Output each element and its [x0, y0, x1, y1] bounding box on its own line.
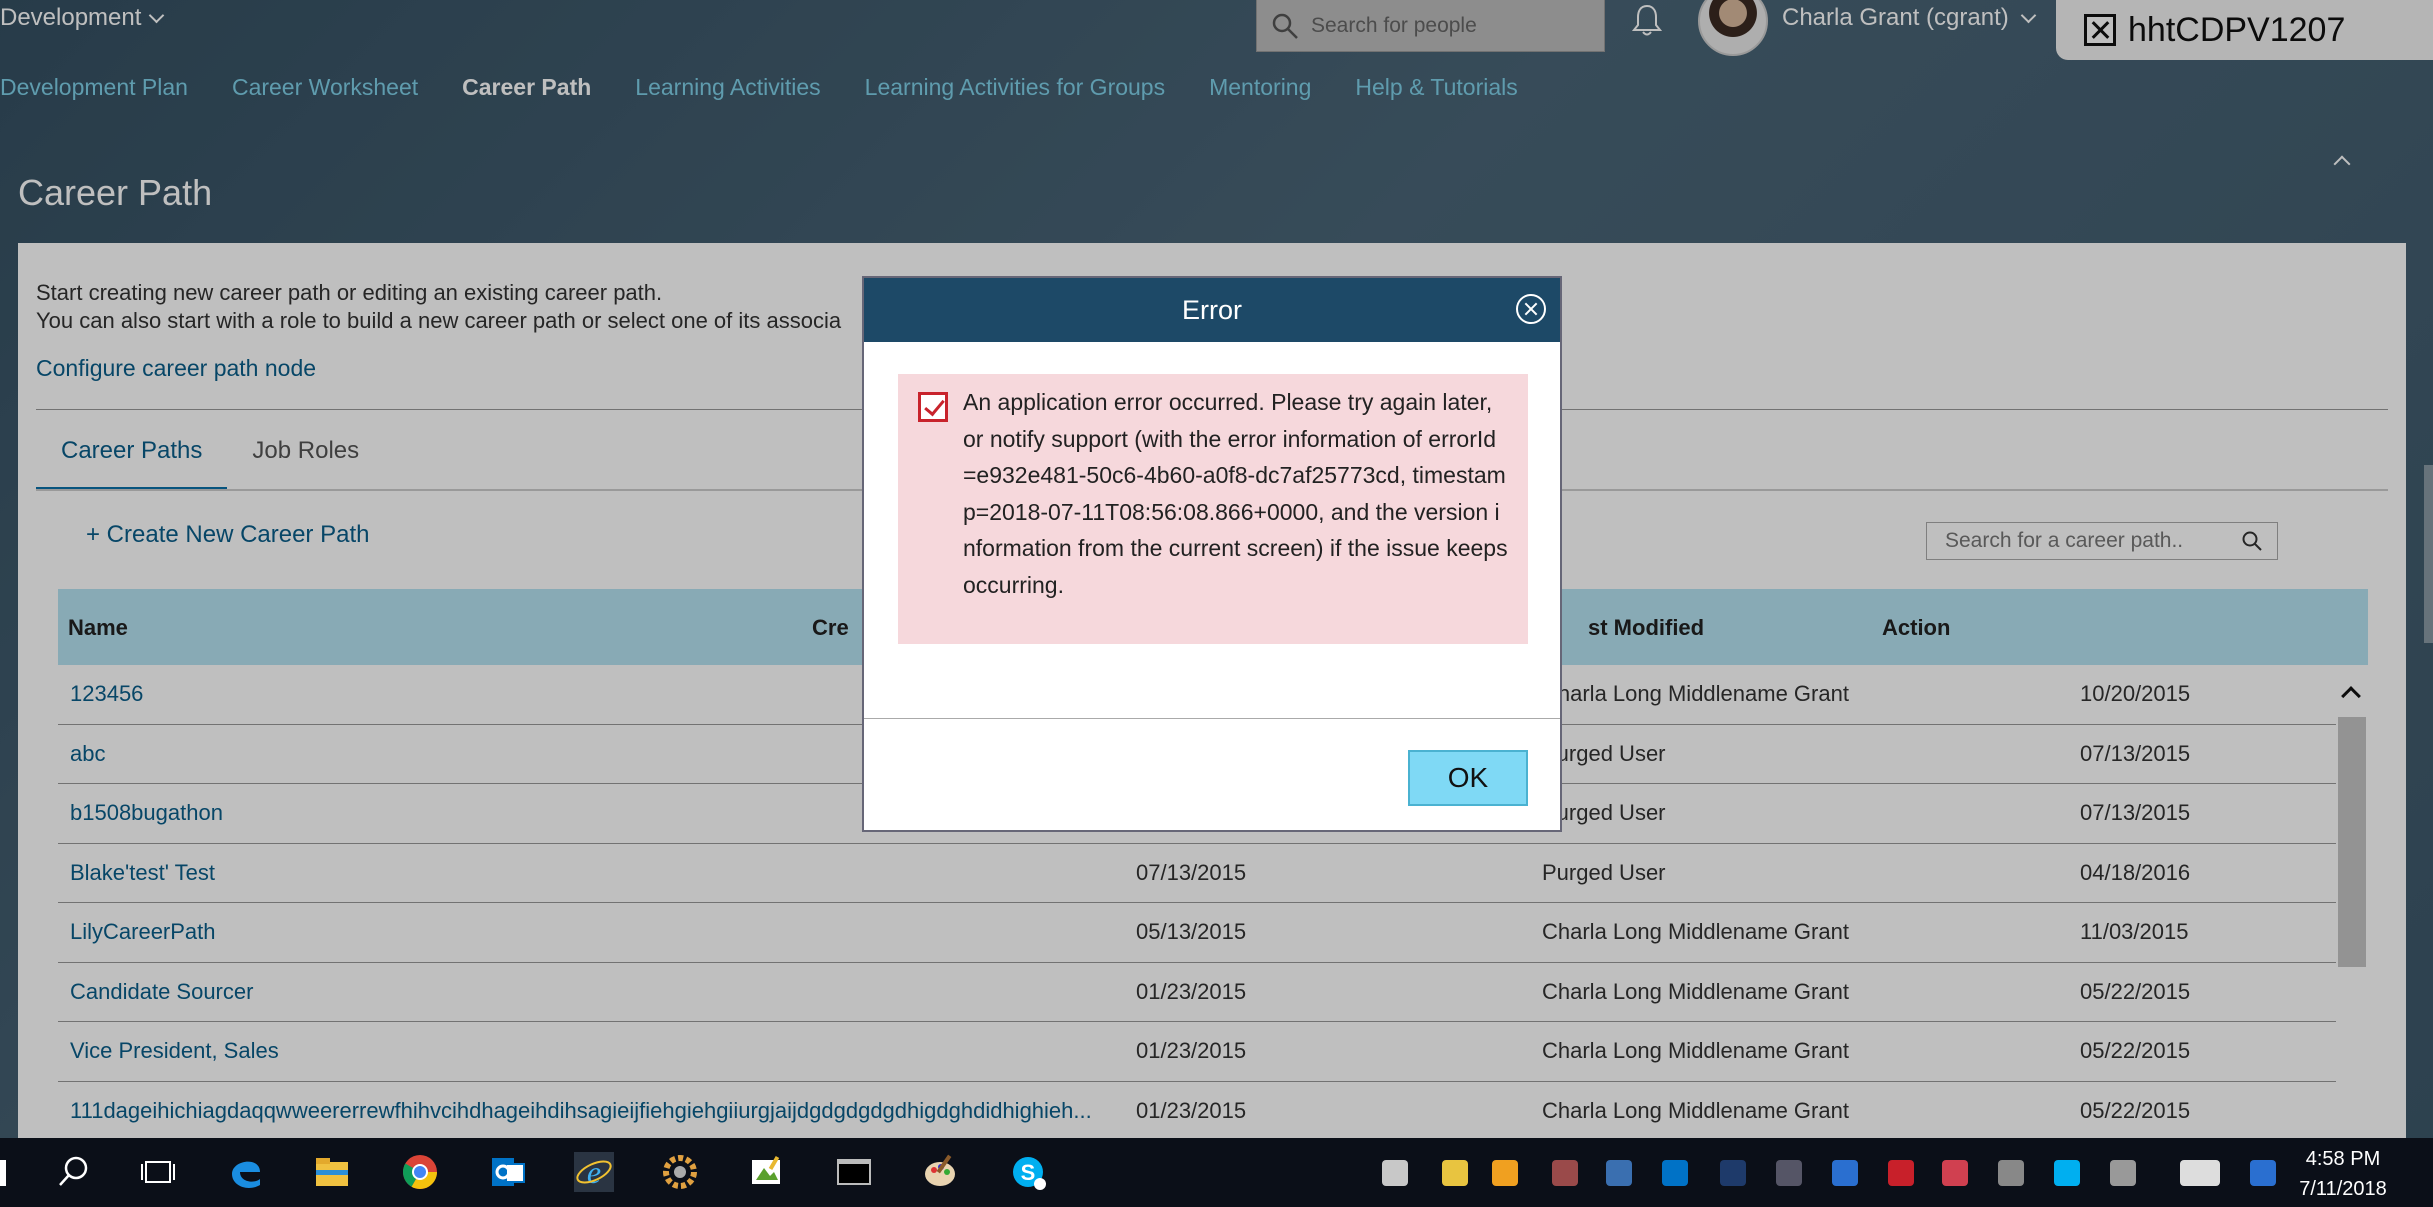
dialog-divider — [864, 718, 1560, 719]
clock-date: 7/11/2018 — [2299, 1178, 2387, 1200]
tray-volume-icon[interactable] — [1998, 1160, 2024, 1186]
tray-mail-icon[interactable] — [1442, 1160, 1468, 1186]
app-window: Development Search for people Charla Gra… — [0, 0, 2433, 1138]
tray-phone-icon[interactable] — [1492, 1160, 1518, 1186]
task-view-icon[interactable] — [138, 1152, 178, 1192]
internet-explorer-icon[interactable]: e — [574, 1152, 614, 1192]
tray-wifi-icon[interactable] — [1776, 1160, 1802, 1186]
paint-palette-icon[interactable] — [920, 1152, 960, 1192]
settings-gear-icon[interactable] — [660, 1152, 700, 1192]
tray-check-icon[interactable] — [1832, 1160, 1858, 1186]
close-icon[interactable] — [1516, 294, 1546, 324]
file-explorer-icon[interactable] — [312, 1152, 352, 1192]
tray-mcafee-icon[interactable] — [1888, 1160, 1914, 1186]
paint-icon[interactable] — [746, 1152, 786, 1192]
terminal-icon[interactable] — [834, 1152, 874, 1192]
tray-printer-icon[interactable] — [1942, 1160, 1968, 1186]
ok-button[interactable]: OK — [1408, 750, 1528, 806]
dialog-header: Error — [864, 278, 1560, 342]
tray-pen-icon[interactable] — [2110, 1160, 2136, 1186]
dialog-title: Error — [1182, 294, 1242, 325]
tray-keyboard-icon[interactable] — [2180, 1160, 2220, 1186]
windows-taskbar: e S 4:58 PM 7/11/2018 — [0, 1138, 2433, 1207]
error-check-icon — [918, 392, 948, 422]
start-icon[interactable] — [0, 1160, 6, 1186]
search-icon[interactable] — [54, 1152, 94, 1192]
tray-app-icon[interactable] — [1552, 1160, 1578, 1186]
system-clock[interactable]: 4:58 PM 7/11/2018 — [2290, 1144, 2396, 1204]
edge-icon[interactable] — [226, 1152, 266, 1192]
error-message: An application error occurred. Please tr… — [963, 389, 1508, 598]
outlook-icon[interactable] — [488, 1152, 528, 1192]
svg-text:e: e — [587, 1154, 601, 1190]
svg-text:S: S — [1021, 1160, 1036, 1185]
error-dialog: Error An application error occurred. Ple… — [862, 276, 1562, 832]
clock-time: 4:58 PM — [2305, 1148, 2381, 1170]
tray-device-icon[interactable] — [1382, 1160, 1408, 1186]
tray-bluetooth-icon[interactable] — [1720, 1160, 1746, 1186]
skype-icon[interactable]: S — [1008, 1152, 1048, 1192]
tray-outlook-icon[interactable] — [1662, 1160, 1688, 1186]
tray-shield-icon[interactable] — [1606, 1160, 1632, 1186]
chrome-icon[interactable] — [400, 1152, 440, 1192]
tray-notification-icon[interactable] — [2250, 1160, 2276, 1186]
tray-skype-icon[interactable] — [2054, 1160, 2080, 1186]
error-message-box: An application error occurred. Please tr… — [898, 374, 1528, 644]
